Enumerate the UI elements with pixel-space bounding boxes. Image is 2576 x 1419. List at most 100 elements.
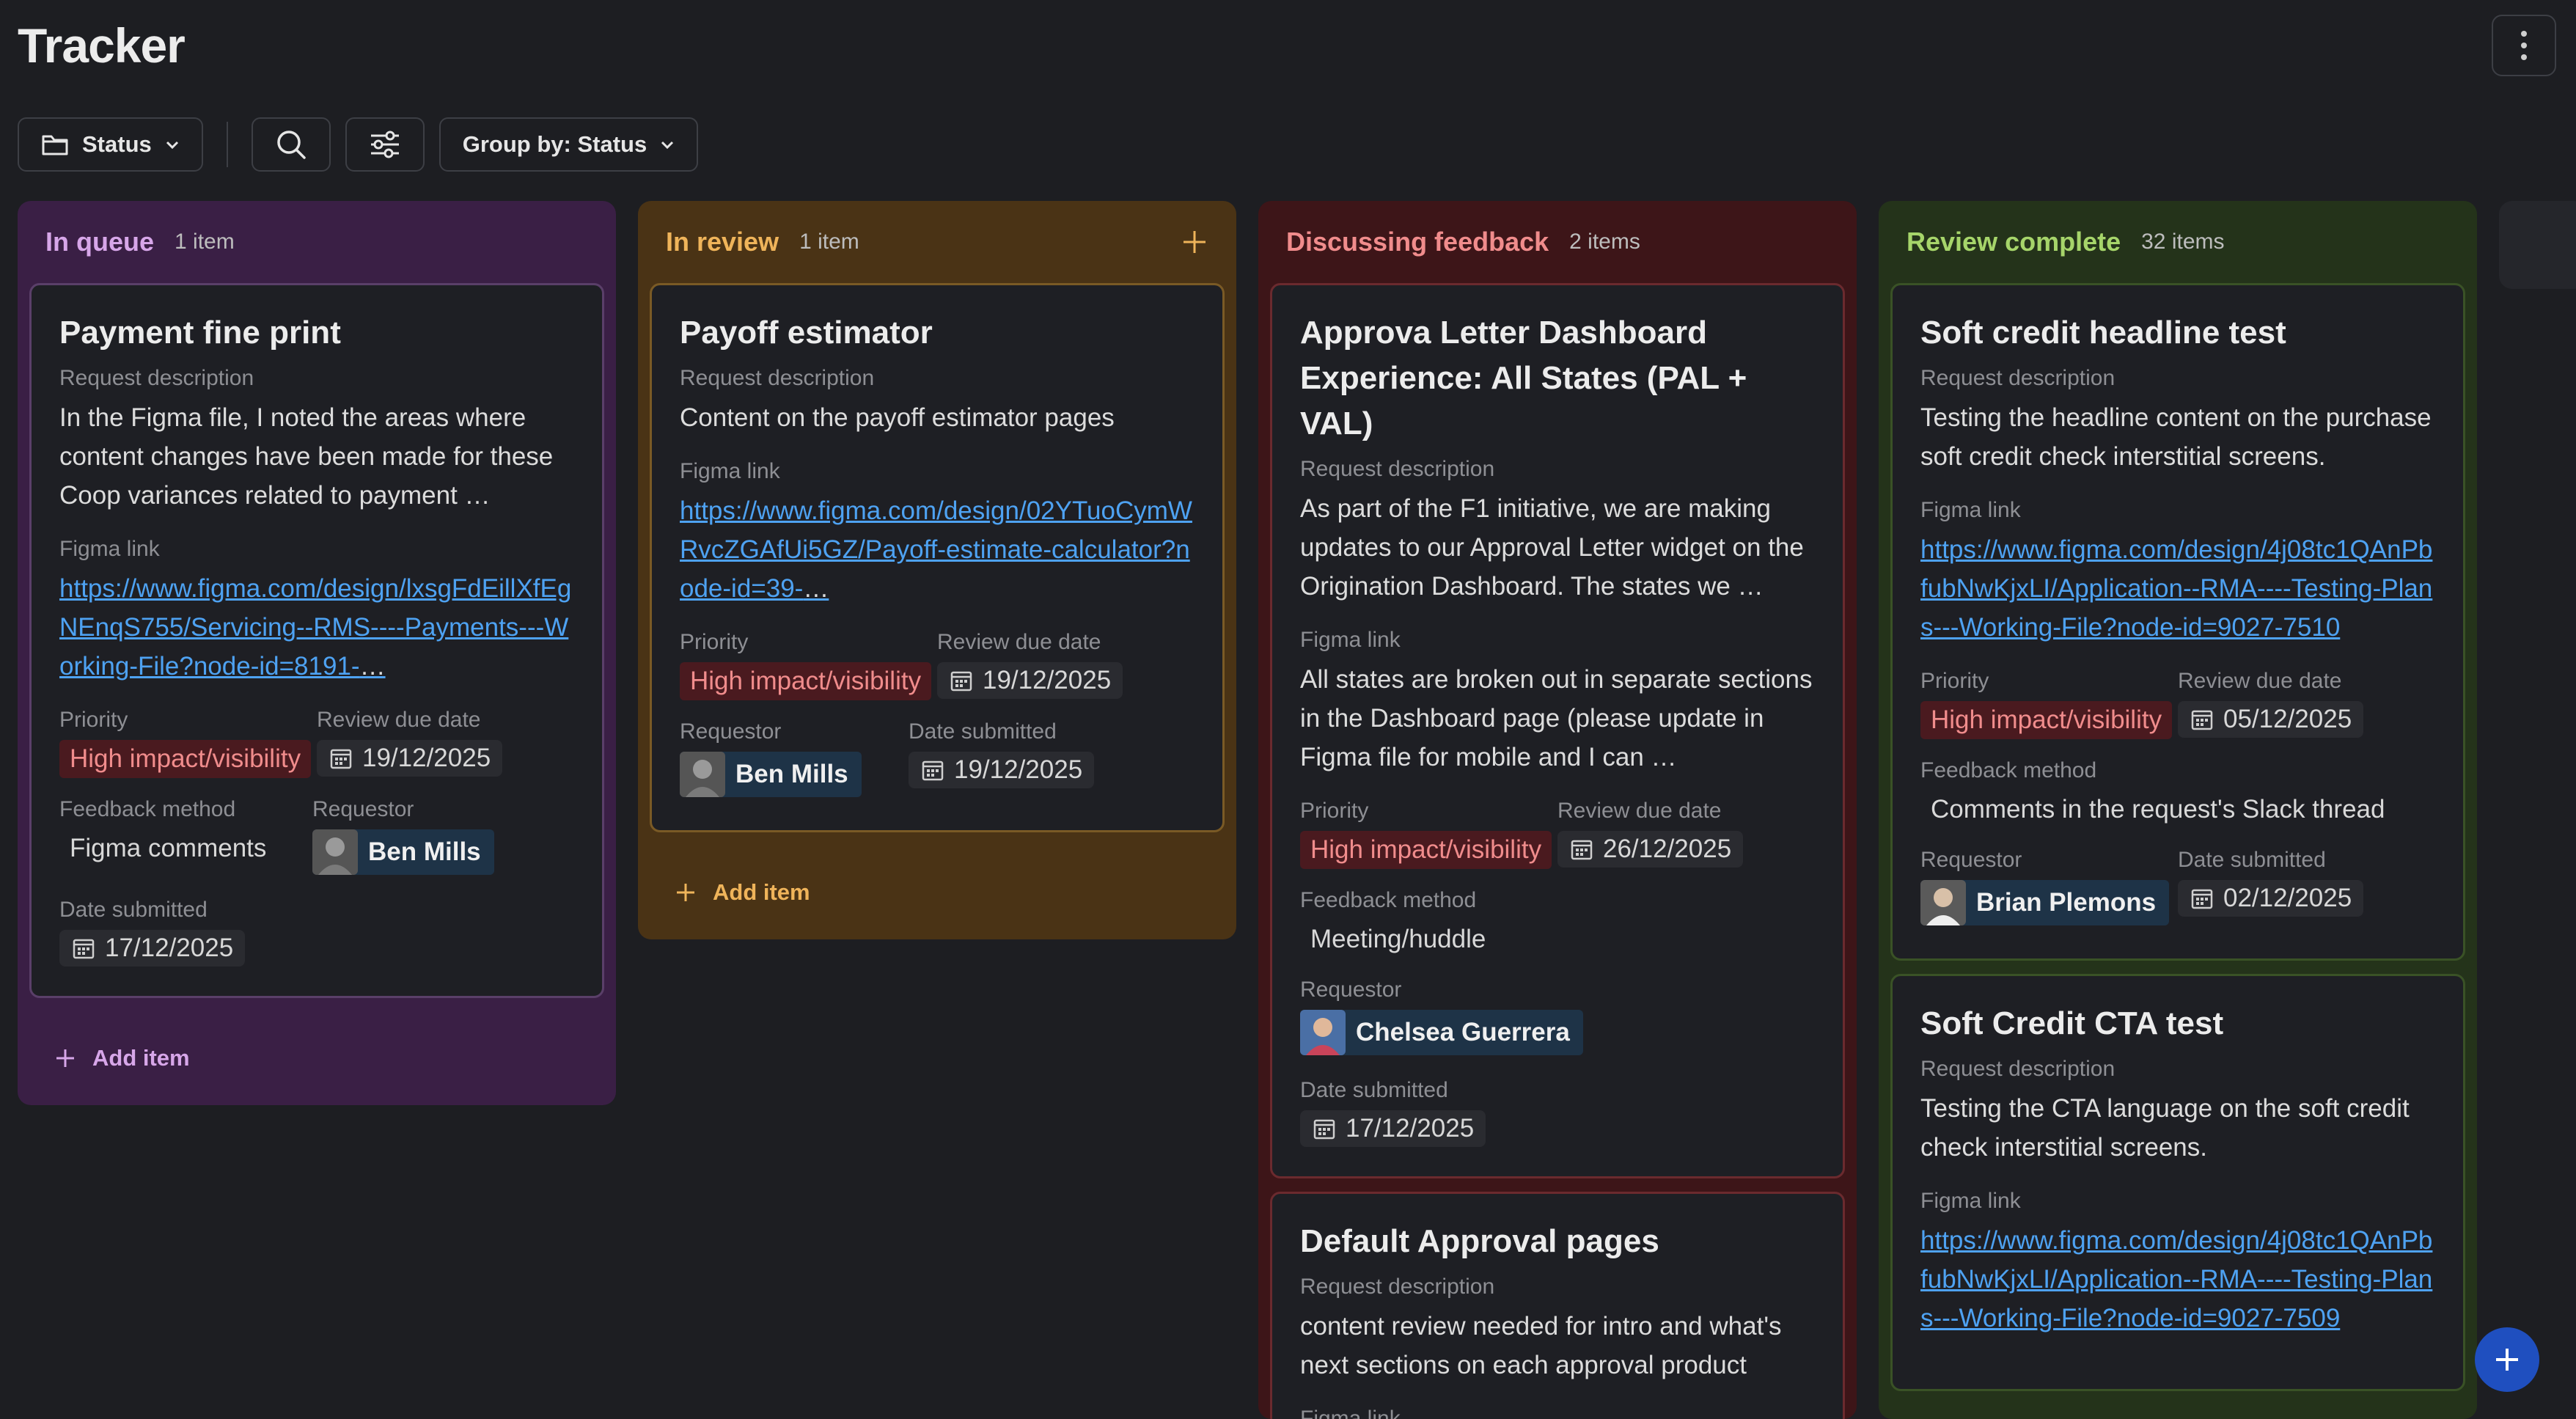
field-row: Priority High impact/visibility Review d… [1300,799,1815,869]
field-label: Feedback method [59,797,236,821]
card-payment-fine-print[interactable]: Payment fine print Request description I… [29,283,604,998]
field-label: Figma link [1300,1407,1401,1419]
date-value: 19/12/2025 [954,755,1083,784]
filter-button[interactable] [345,117,425,172]
status-view-button[interactable]: Status [18,117,203,172]
avatar [312,829,358,875]
group-by-button[interactable]: Group by: Status [438,117,699,172]
card-default-approval-pages[interactable]: Default Approval pages Request descripti… [1270,1192,1845,1419]
search-button[interactable] [251,117,331,172]
calendar-icon [1571,840,1593,860]
toolbar-divider [226,122,228,167]
date-value: 17/12/2025 [105,934,234,962]
date-badge: 17/12/2025 [59,930,246,967]
date-badge: 19/12/2025 [909,752,1095,788]
card-title: Default Approval pages [1300,1223,1659,1259]
date-submitted-field: Date submitted 19/12/2025 [909,719,1195,801]
chevron-down-icon [661,141,674,149]
field-row: Requestor Ben Mills Date submitted 19/12… [680,719,1195,801]
kanban-board: In queue 1 item Payment fine print Reque… [18,201,2576,1419]
add-item-button[interactable]: Add item [29,1011,604,1105]
search-icon [277,131,306,159]
field-label: Priority [1300,799,1369,823]
request-description: In the Figma file, I noted the areas whe… [59,403,554,510]
toolbar: Status Group by: Status [18,117,699,172]
field-label: Review due date [317,708,481,732]
date-value: 17/12/2025 [1346,1114,1475,1143]
calendar-icon [2191,889,2213,909]
truncation-ellipsis: … [359,652,386,681]
column-in-review: In review 1 item Payoff estimator Reques… [638,201,1236,939]
more-vertical-icon [2521,31,2527,60]
figma-link[interactable]: https://www.figma.com/design/4j08tc1QAnP… [1920,1221,2435,1338]
add-fab-button[interactable] [2475,1327,2539,1392]
field-row: Requestor Brian Plemons Date submitted 0… [1920,848,2435,929]
group-by-label: Group by: Status [462,131,647,157]
status-view-label: Status [82,131,152,157]
card-soft-credit-headline-test[interactable]: Soft credit headline test Request descri… [1890,283,2465,961]
request-description: Testing the headline content on the purc… [1920,403,2432,471]
card-title: Payment fine print [59,315,341,351]
field-label: Requestor [312,797,414,821]
column-name: Review complete [1907,227,2121,257]
request-description: As part of the F1 initiative, we are mak… [1300,494,1804,601]
field-label: Feedback method [1920,758,2097,782]
add-item-label: Add item [713,879,810,905]
add-item-button[interactable]: Add item [650,846,1225,939]
column-header: Discussing feedback 2 items [1270,201,1845,283]
priority-field: Priority High impact/visibility [1300,799,1557,869]
priority-field: Priority High impact/visibility [680,630,937,700]
requestor-field: Requestor Ben Mills [680,719,909,801]
feedback-method-field: Feedback method Comments in the request'… [1920,758,2435,829]
calendar-icon [2191,710,2213,730]
column-count: 1 item [799,230,859,254]
avatar [1300,1010,1346,1055]
date-submitted-field: Date submitted 02/12/2025 [2178,848,2435,929]
requestor-field: Requestor Ben Mills [312,797,574,879]
date-value: 19/12/2025 [983,666,1112,694]
field-row: Priority High impact/visibility Review d… [59,708,574,778]
add-item-label: Add item [92,1045,190,1071]
field-label: Request description [1300,457,1495,481]
review-due-date-field: Review due date 19/12/2025 [317,708,574,778]
field-label: Requestor [680,719,782,744]
field-label: Date submitted [1300,1078,1448,1102]
date-value: 02/12/2025 [2223,884,2352,912]
date-badge: 17/12/2025 [1300,1110,1486,1147]
requestor-chip[interactable]: Brian Plemons [1920,880,2170,925]
priority-field: Priority High impact/visibility [59,708,317,778]
field-label: Requestor [1920,848,2022,872]
card-payoff-estimator[interactable]: Payoff estimator Request description Con… [650,283,1225,832]
card-soft-credit-cta-test[interactable]: Soft Credit CTA test Request description… [1890,974,2465,1391]
feedback-method-field: Feedback method Meeting/huddle [1300,888,1815,958]
field-label: Figma link [1920,498,2021,522]
more-options-button[interactable] [2492,15,2556,76]
field-label: Request description [1920,366,2116,390]
request-description: content review needed for intro and what… [1300,1312,1782,1379]
requestor-name: Brian Plemons [1976,888,2157,917]
card-title: Soft credit headline test [1920,315,2286,351]
figma-link[interactable]: https://www.figma.com/design/lxsgFdEillX… [59,574,571,681]
field-label: Review due date [2178,669,2342,693]
plus-icon[interactable] [1181,228,1208,256]
requestor-field: Requestor Brian Plemons [1920,848,2178,929]
sliders-icon [370,131,399,158]
requestor-chip[interactable]: Chelsea Guerrera [1300,1010,1583,1055]
priority-field: Priority High impact/visibility [1920,669,2178,739]
card-approval-letter-dashboard[interactable]: Approva Letter Dashboard Experience: All… [1270,283,1845,1178]
date-badge: 05/12/2025 [2178,701,2364,738]
priority-badge: High impact/visibility [59,740,312,778]
requestor-chip[interactable]: Ben Mills [680,752,862,797]
field-label: Request description [59,366,254,390]
priority-badge: High impact/visibility [680,662,932,700]
requestor-chip[interactable]: Ben Mills [312,829,494,875]
figma-link[interactable]: https://www.figma.com/design/02YTuoCymWR… [680,496,1192,603]
priority-badge: High impact/visibility [1300,831,1552,869]
figma-link[interactable]: https://www.figma.com/design/4j08tc1QAnP… [1920,530,2435,647]
column-review-complete: Review complete 32 items Soft credit hea… [1879,201,2477,1419]
field-label: Priority [1920,669,1989,693]
calendar-icon [1313,1119,1335,1140]
column-count: 32 items [2141,230,2225,254]
requestor-name: Ben Mills [735,760,848,788]
column-name: Discussing feedback [1286,227,1549,257]
